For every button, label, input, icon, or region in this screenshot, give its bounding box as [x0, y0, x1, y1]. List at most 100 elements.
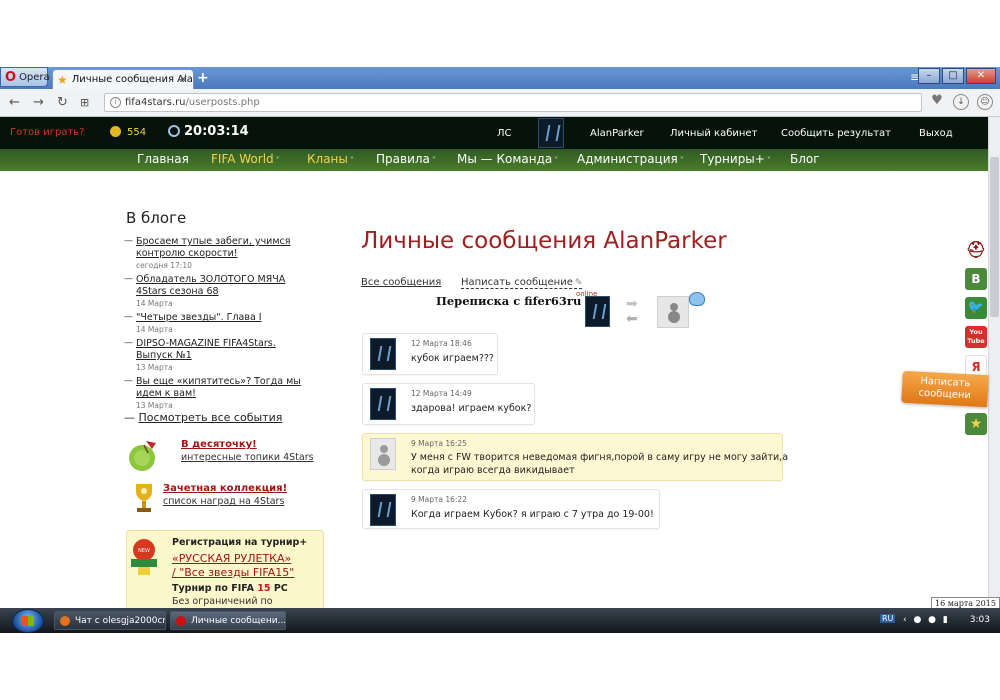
vk-button[interactable]: В — [965, 268, 987, 290]
nav-admin[interactable]: Администрация ˅ — [577, 152, 684, 166]
chat-app-icon — [60, 616, 70, 626]
nav-rules[interactable]: Правила ˅ — [376, 152, 436, 166]
chevron-down-icon: ˅ — [349, 156, 354, 165]
scrollbar-thumb[interactable] — [990, 157, 999, 317]
message-avatar[interactable] — [370, 388, 396, 420]
forward-arrow-icon[interactable]: → — [33, 95, 44, 110]
back-arrow-icon[interactable]: ← — [9, 95, 20, 110]
youtube-label: You Tube — [967, 328, 985, 345]
cabinet-link[interactable]: Личный кабинет — [670, 128, 757, 139]
page-scrollbar[interactable] — [988, 117, 1000, 608]
taskbar-item-browser[interactable]: Личные сообщени... — [170, 611, 286, 630]
clock-icon — [168, 125, 180, 137]
message-avatar[interactable] — [370, 494, 396, 526]
nav-fifa-world[interactable]: FIFA World ˅ — [211, 152, 280, 166]
browser-tab[interactable]: ★ Личные сообщения Alan ✕ — [52, 69, 194, 89]
new-tournament-badge-icon: NEW — [131, 539, 157, 575]
opera-menu-button[interactable]: O Opera — [0, 67, 50, 87]
tournament-name-link[interactable]: «РУССКАЯ РУЛЕТКА» — [172, 552, 291, 565]
promo-top-topics-title[interactable]: В десяточку! — [181, 439, 257, 450]
address-bar: ← → ↻ ⊞ i fifa4stars.ru/userposts.php ♥ … — [0, 89, 1000, 117]
write-message-floating-button[interactable]: Написать сообщени — [901, 370, 989, 408]
window-controls: – □ ✕ — [918, 68, 996, 84]
peer-avatar[interactable] — [657, 296, 689, 328]
close-tab-icon[interactable]: ✕ — [179, 73, 188, 86]
conversation-title: Переписка с fifer63ru — [436, 294, 582, 308]
nav-clans[interactable]: Кланы ˅ — [307, 152, 354, 166]
general-cap-icon[interactable]: ⛑ — [965, 239, 987, 261]
peer-rank-badge-icon — [689, 292, 705, 306]
yandex-label: Я — [971, 360, 981, 374]
blog-item-link[interactable]: идем к вам! — [136, 388, 324, 400]
start-button[interactable] — [12, 609, 44, 633]
blog-item-link[interactable]: 4Stars сезона 68 — [136, 286, 324, 298]
site-info-icon[interactable]: i — [110, 97, 121, 108]
logout-link[interactable]: Выход — [919, 128, 953, 139]
page-title: Личные сообщения AlanParker — [361, 228, 727, 254]
url-path: /userposts.php — [185, 97, 260, 108]
opera-label: Opera — [19, 71, 50, 83]
blog-item-date: сегодня 17:10 — [136, 261, 192, 270]
blog-item-link[interactable]: DIPSO-MAGAZINE FIFA4Stars. — [136, 338, 324, 350]
language-indicator[interactable]: RU — [880, 614, 896, 623]
message-date: 12 Марта 18:46 — [411, 339, 472, 348]
nav-team[interactable]: Мы — Команда ˅ — [457, 152, 558, 166]
all-messages-link[interactable]: Все сообщения — [361, 277, 441, 288]
download-icon[interactable]: ↓ — [953, 94, 969, 110]
maximize-button[interactable]: □ — [942, 68, 964, 84]
message-item: 12 Марта 14:49 здарова! играем кубок? — [362, 383, 535, 425]
user-avatar[interactable] — [538, 118, 564, 148]
reload-icon[interactable]: ↻ — [57, 95, 68, 110]
tournament-name-link-2[interactable]: / "Все звезды FIFA15" — [172, 566, 294, 579]
url-input[interactable]: i fifa4stars.ru/userposts.php — [104, 93, 922, 112]
blog-item-link[interactable]: Бросаем тупые забеги, учимся — [136, 236, 324, 248]
server-clock: 20:03:14 — [168, 124, 249, 139]
nav-rules-label: Правила — [376, 152, 430, 166]
screen: O Opera ★ Личные сообщения Alan ✕ + ≡ – □… — [0, 0, 1000, 700]
all-events-link[interactable]: Посмотреть все события — [139, 411, 283, 424]
nav-home[interactable]: Главная — [137, 152, 189, 166]
blog-item-link[interactable]: контролю скорости! — [136, 248, 324, 260]
blog-item-link[interactable]: Обладатель ЗОЛОТОГО МЯЧА — [136, 274, 324, 286]
twitter-icon[interactable]: 🐦 — [965, 297, 987, 319]
blog-item-date: 13 Марта — [136, 401, 173, 410]
minimize-button[interactable]: – — [918, 68, 940, 84]
star-icon[interactable]: ★ — [965, 413, 987, 435]
promo-awards-title[interactable]: Зачетная коллекция! — [163, 483, 287, 494]
pencil-icon: ✎ — [574, 278, 583, 288]
nav-blog[interactable]: Блог — [790, 152, 820, 166]
message-date: 9 Марта 16:22 — [411, 495, 467, 504]
nav-home-label: Главная — [137, 152, 189, 166]
chevron-down-icon: ˅ — [679, 156, 684, 165]
blog-item-link[interactable]: "Четыре звезды". Глава I — [136, 312, 324, 324]
account-icon[interactable]: ☺ — [977, 94, 993, 110]
private-messages-link[interactable]: ЛС — [497, 128, 512, 139]
new-tab-button[interactable]: + — [197, 70, 209, 86]
all-events: — Посмотреть все события — [124, 411, 283, 424]
ready-to-play-link[interactable]: Готов играть? — [10, 127, 85, 138]
clock-time[interactable]: 3:03 — [970, 615, 990, 625]
self-avatar[interactable] — [585, 296, 610, 327]
heart-icon[interactable]: ♥ — [929, 94, 945, 110]
vk-label: В — [971, 272, 981, 286]
close-window-button[interactable]: ✕ — [966, 68, 996, 84]
tray-icons[interactable]: ‹ ● ● ▮ — [903, 615, 950, 625]
coins-value: 554 — [127, 127, 147, 138]
message-text-cont: когда играю всегда викидывает — [411, 465, 575, 476]
chevron-down-icon: ˅ — [431, 156, 436, 165]
youtube-button[interactable]: You Tube — [965, 326, 987, 348]
taskbar-item-chat[interactable]: Чат с olesgja2000cr7 — [54, 611, 166, 630]
blog-item-link[interactable]: Вы еще «кипятитесь»? Тогда мы — [136, 376, 324, 388]
promo-top-topics-subtitle[interactable]: интересные топики 4Stars — [181, 452, 314, 463]
message-avatar[interactable] — [370, 438, 396, 470]
promo-awards-subtitle[interactable]: список наград на 4Stars — [163, 496, 284, 507]
message-avatar[interactable] — [370, 338, 396, 370]
nav-tournaments[interactable]: Турниры+ ˅ — [700, 152, 771, 166]
blog-item-link[interactable]: Выпуск №1 — [136, 350, 324, 362]
speed-dial-icon[interactable]: ⊞ — [80, 96, 89, 109]
write-message-link[interactable]: Написать сообщение ✎ — [461, 277, 583, 289]
username-link[interactable]: AlanParker — [590, 128, 644, 139]
blog-list: Бросаем тупые забеги, учимся контролю ск… — [124, 236, 324, 414]
clock-value: 20:03:14 — [184, 124, 249, 139]
report-result-link[interactable]: Сообщить результат — [781, 128, 891, 139]
